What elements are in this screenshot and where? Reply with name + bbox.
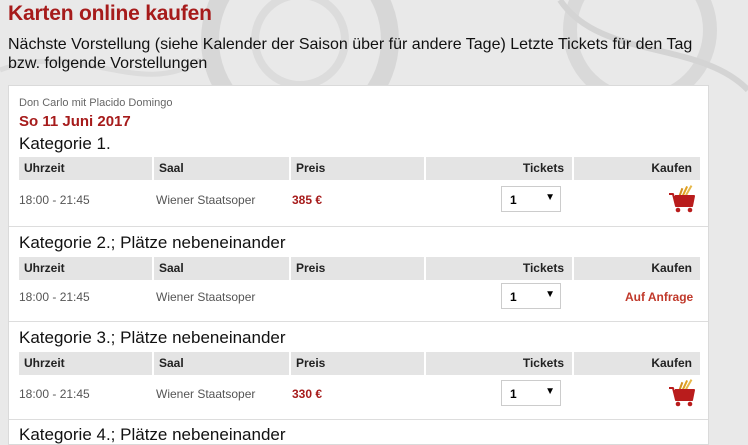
- category-title: Kategorie 1.: [19, 134, 111, 153]
- on-request-link[interactable]: Auf Anfrage: [625, 290, 693, 304]
- col-tickets: Tickets: [426, 257, 572, 280]
- row-price: 330 €: [292, 387, 323, 401]
- table-header: Uhrzeit Saal Preis Tickets Kaufen: [19, 257, 700, 280]
- tickets-select[interactable]: 1 ▼: [501, 186, 561, 212]
- table-header: Uhrzeit Saal Preis Tickets Kaufen: [19, 352, 700, 375]
- cart-icon[interactable]: [667, 378, 697, 408]
- col-hall: Saal: [154, 352, 289, 375]
- row-price: 385 €: [292, 193, 323, 207]
- col-buy: Kaufen: [574, 157, 700, 180]
- col-hall: Saal: [154, 257, 289, 280]
- caret-down-icon: ▼: [545, 386, 555, 397]
- category-title: Kategorie 3.; Plätze nebeneinander: [19, 328, 286, 347]
- event-date: So 11 Juni 2017: [19, 113, 131, 130]
- tickets-select-value: 1: [510, 193, 517, 207]
- page-title: Karten online kaufen: [8, 2, 212, 25]
- row-time: 18:00 - 21:45: [19, 193, 90, 207]
- divider: [9, 226, 708, 227]
- col-price: Preis: [291, 257, 424, 280]
- row-time: 18:00 - 21:45: [19, 290, 90, 304]
- row-hall: Wiener Staatsoper: [156, 387, 256, 401]
- tickets-select[interactable]: 1 ▼: [501, 283, 561, 309]
- tickets-select-value: 1: [510, 290, 517, 304]
- col-time: Uhrzeit: [19, 257, 152, 280]
- col-tickets: Tickets: [426, 157, 572, 180]
- table-header: Uhrzeit Saal Preis Tickets Kaufen: [19, 157, 700, 180]
- ticket-panel: Don Carlo mit Placido Domingo So 11 Juni…: [8, 85, 709, 445]
- col-time: Uhrzeit: [19, 352, 152, 375]
- divider: [9, 321, 708, 322]
- col-time: Uhrzeit: [19, 157, 152, 180]
- caret-down-icon: ▼: [545, 192, 555, 203]
- category-title: Kategorie 4.; Plätze nebeneinander: [19, 425, 286, 444]
- tickets-select[interactable]: 1 ▼: [501, 380, 561, 406]
- tickets-select-value: 1: [510, 387, 517, 401]
- event-name: Don Carlo mit Placido Domingo: [19, 97, 173, 109]
- caret-down-icon: ▼: [545, 289, 555, 300]
- col-price: Preis: [291, 352, 424, 375]
- row-hall: Wiener Staatsoper: [156, 290, 256, 304]
- row-hall: Wiener Staatsoper: [156, 193, 256, 207]
- col-price: Preis: [291, 157, 424, 180]
- col-tickets: Tickets: [426, 352, 572, 375]
- page-intro: Nächste Vorstellung (siehe Kalender der …: [8, 36, 693, 72]
- col-buy: Kaufen: [574, 257, 700, 280]
- category-title: Kategorie 2.; Plätze nebeneinander: [19, 233, 286, 252]
- cart-icon[interactable]: [667, 184, 697, 214]
- divider: [9, 419, 708, 420]
- row-time: 18:00 - 21:45: [19, 387, 90, 401]
- col-hall: Saal: [154, 157, 289, 180]
- col-buy: Kaufen: [574, 352, 700, 375]
